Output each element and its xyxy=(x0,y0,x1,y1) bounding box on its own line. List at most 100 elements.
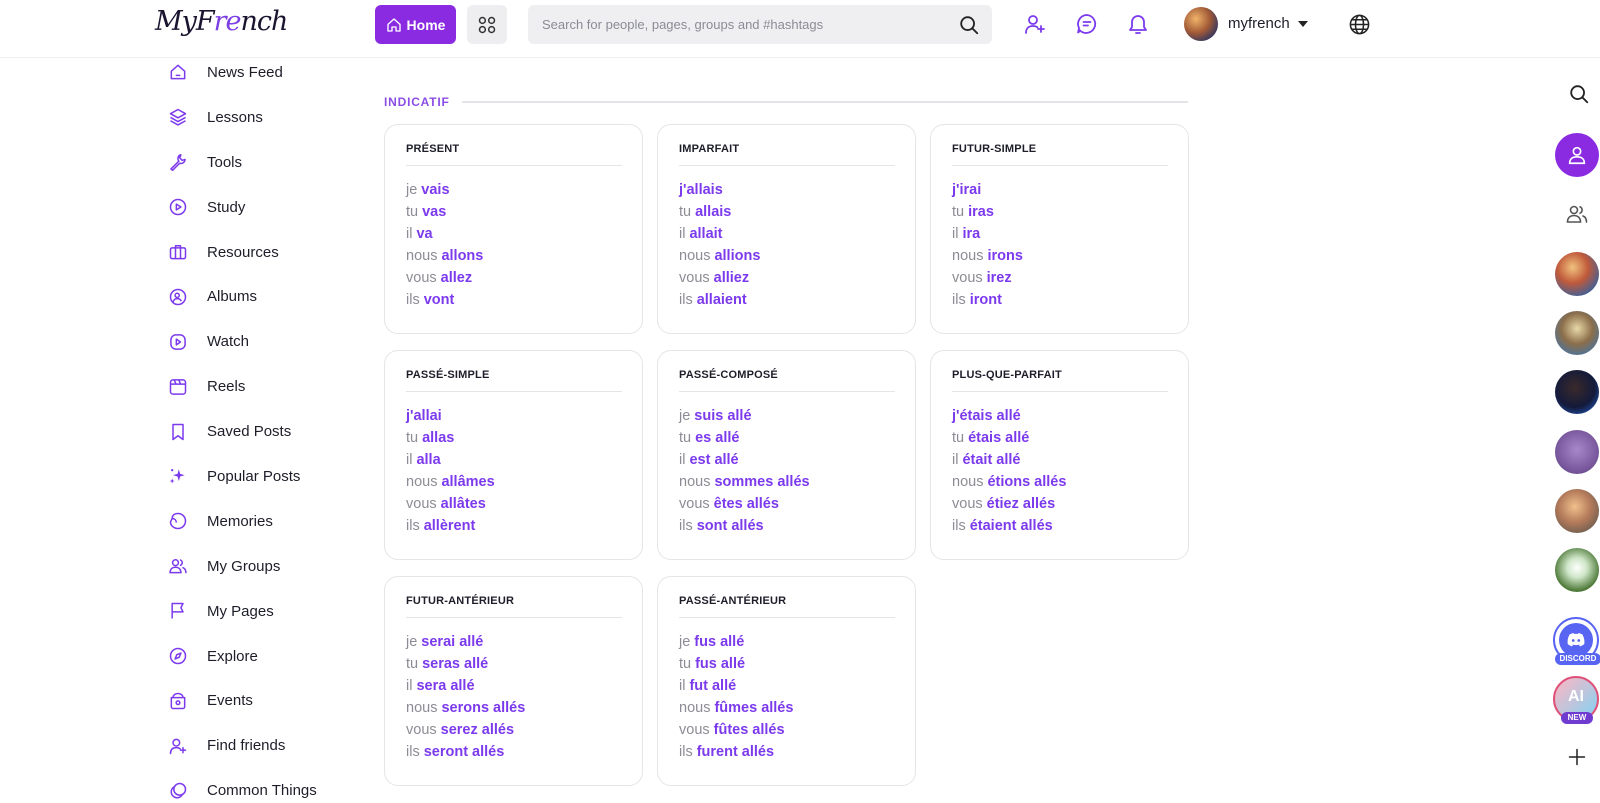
verb-form: serez allés xyxy=(440,722,515,738)
contact-avatar[interactable] xyxy=(1555,430,1599,474)
sidebar-item-news-feed[interactable]: News Feed xyxy=(168,50,358,95)
pronoun: vous xyxy=(679,270,710,286)
pronoun: ils xyxy=(679,744,693,760)
verb-form: vont xyxy=(423,292,455,308)
play-circle-icon xyxy=(169,198,187,216)
pronoun: tu xyxy=(679,204,692,220)
pronoun: il xyxy=(406,678,413,694)
conjugation-row: nous étions allés xyxy=(952,471,1168,493)
search-icon[interactable] xyxy=(958,14,980,41)
sidebar-item-find-friends[interactable]: Find friends xyxy=(168,723,358,768)
pronoun: tu xyxy=(406,204,419,220)
sparkle-icon xyxy=(169,469,185,484)
sidebar-item-label: Common Things xyxy=(207,782,317,800)
sidebar-item-saved-posts[interactable]: Saved Posts xyxy=(168,409,358,454)
conjugation-row: tu vas xyxy=(406,201,622,223)
search-input[interactable] xyxy=(542,5,942,44)
search-icon[interactable] xyxy=(1559,74,1599,114)
verb-form: allez xyxy=(440,270,473,286)
verb-form: j'étais allé xyxy=(952,408,1021,424)
section-title: INDICATIF xyxy=(384,95,450,109)
verb-form: fûtes allés xyxy=(713,722,785,738)
verb-form: fus allé xyxy=(694,634,745,650)
sidebar-item-memories[interactable]: Memories xyxy=(168,499,358,544)
conjugation-list: je serai allé tu seras allé il sera allé nous s… xyxy=(406,631,622,763)
sidebar-item-albums[interactable]: Albums xyxy=(168,274,358,319)
logo[interactable]: MyFrench xyxy=(155,6,288,37)
discord-button[interactable]: DISCORD xyxy=(1553,617,1600,665)
conjugation-row: nous allions xyxy=(679,245,895,267)
sidebar-item-explore[interactable]: Explore xyxy=(168,634,358,679)
pronoun: nous xyxy=(406,700,438,716)
contact-avatar[interactable] xyxy=(1555,311,1599,355)
contact-avatar[interactable] xyxy=(1555,370,1599,414)
compass-icon xyxy=(169,647,187,665)
sidebar-item-reels[interactable]: Reels xyxy=(168,364,358,409)
profile-button[interactable] xyxy=(1555,133,1599,177)
contact-avatar[interactable] xyxy=(1555,252,1599,296)
verb-form: sera allé xyxy=(416,678,475,694)
sidebar-item-tools[interactable]: Tools xyxy=(168,140,358,185)
conjugation-row: ils seront allés xyxy=(406,741,622,763)
sidebar-item-label: Albums xyxy=(207,288,258,306)
sidebar-item-watch[interactable]: Watch xyxy=(168,319,358,364)
verb-form: allait xyxy=(689,226,723,242)
verb-form: serai allé xyxy=(421,634,484,650)
sidebar-item-resources[interactable]: Resources xyxy=(168,230,358,275)
verb-form: allons xyxy=(441,248,484,264)
profile-icon xyxy=(1568,146,1586,165)
contact-avatar[interactable] xyxy=(1555,489,1599,533)
tense-title: PASSÉ-SIMPLE xyxy=(406,369,622,392)
verb-form: alliez xyxy=(713,270,750,286)
pronoun: nous xyxy=(679,248,711,264)
tense-title: IMPARFAIT xyxy=(679,143,895,166)
conjugation-row: j'allai xyxy=(406,405,622,427)
verb-form: seront allés xyxy=(423,744,505,760)
home-icon xyxy=(386,17,401,32)
conjugation-row: ils sont allés xyxy=(679,515,895,537)
contact-avatar[interactable] xyxy=(1555,548,1599,592)
conjugation-row: il allait xyxy=(679,223,895,245)
friends-icon[interactable] xyxy=(1557,194,1597,234)
notifications-icon[interactable] xyxy=(1126,12,1150,36)
sidebar-item-lessons[interactable]: Lessons xyxy=(168,95,358,140)
user-menu[interactable]: myfrench xyxy=(1184,6,1308,41)
verb-form: allaient xyxy=(696,292,747,308)
discord-tag: DISCORD xyxy=(1555,653,1600,665)
conjugation-row: ils iront xyxy=(952,289,1168,311)
conjugation-row: vous fûtes allés xyxy=(679,719,895,741)
verb-form: est allé xyxy=(689,452,739,468)
pronoun: je xyxy=(679,634,691,650)
conjugation-row: tu es allé xyxy=(679,427,895,449)
find-friends-icon xyxy=(169,738,187,755)
sidebar-item-study[interactable]: Study xyxy=(168,185,358,230)
sidebar-item-common-things[interactable]: Common Things xyxy=(168,768,358,803)
add-icon[interactable] xyxy=(1557,737,1597,777)
pronoun: vous xyxy=(406,496,437,512)
messages-icon[interactable] xyxy=(1075,12,1099,36)
sidebar-item-my-groups[interactable]: My Groups xyxy=(168,544,358,589)
sidebar-item-my-pages[interactable]: My Pages xyxy=(168,589,358,634)
conjugation-row: tu fus allé xyxy=(679,653,895,675)
conjugation-list: j'allai tu allas il alla nous allâmes vous allât… xyxy=(406,405,622,537)
verb-form: irez xyxy=(986,270,1012,286)
pronoun: vous xyxy=(406,270,437,286)
ai-button[interactable]: AI NEW xyxy=(1553,676,1599,724)
sidebar-item-label: Reels xyxy=(207,378,246,396)
sidebar-item-popular-posts[interactable]: Popular Posts xyxy=(168,454,358,499)
sidebar-item-label: My Pages xyxy=(207,602,274,620)
verb-form: vais xyxy=(421,182,450,198)
verb-form: êtes allés xyxy=(713,496,779,512)
pronoun: il xyxy=(952,452,959,468)
conjugation-row: j'étais allé xyxy=(952,405,1168,427)
section-header: INDICATIF xyxy=(384,92,1188,112)
apps-button[interactable] xyxy=(467,5,507,44)
home-button[interactable]: Home xyxy=(375,5,456,44)
globe-icon[interactable] xyxy=(1347,12,1371,36)
new-badge: NEW xyxy=(1561,712,1593,724)
tense-card: FUTUR-SIMPLE j'irai tu iras il ira nous irons vo… xyxy=(930,124,1189,334)
pronoun: vous xyxy=(952,270,983,286)
conjugation-row: nous allâmes xyxy=(406,471,622,493)
add-friend-icon[interactable] xyxy=(1023,12,1047,36)
sidebar-item-events[interactable]: Events xyxy=(168,678,358,723)
